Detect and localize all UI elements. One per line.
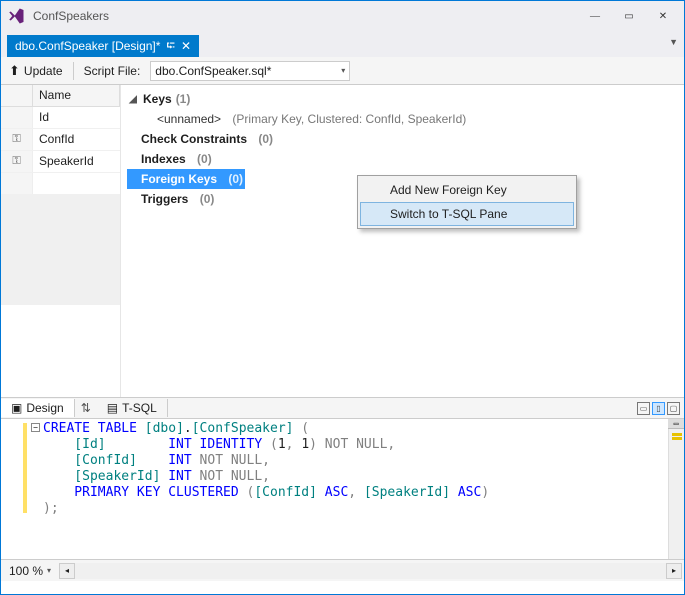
pin-icon[interactable]: ⮓ — [166, 37, 175, 56]
design-surface: Name Id ConfId SpeakerId ◢ Keys (1) <unn… — [1, 85, 684, 397]
tree-label: Indexes — [141, 152, 186, 166]
chevron-down-icon: ▾ — [47, 566, 51, 575]
tree-node-indexes[interactable]: Indexes (0) — [127, 149, 678, 169]
pane-tab-label: T-SQL — [122, 401, 157, 415]
columns-grid[interactable]: Name Id ConfId SpeakerId — [1, 85, 121, 397]
tab-close-icon[interactable]: ✕ — [181, 39, 191, 53]
maximize-button[interactable]: ▭ — [614, 5, 644, 27]
tree-child-detail: (Primary Key, Clustered: ConfId, Speaker… — [232, 112, 466, 126]
table-row[interactable]: ConfId — [1, 129, 120, 151]
tree-node-primary-key[interactable]: <unnamed> (Primary Key, Clustered: ConfI… — [127, 109, 678, 129]
close-window-button[interactable]: ✕ — [648, 5, 678, 27]
update-button[interactable]: ⬆ Update — [9, 63, 63, 79]
update-arrow-icon: ⬆ — [9, 63, 20, 79]
tree-child-label: <unnamed> — [157, 112, 221, 126]
pane-tab-design[interactable]: ▣ Design — [1, 399, 75, 417]
designer-toolbar: ⬆ Update Script File: dbo.ConfSpeaker.sq… — [1, 57, 684, 85]
tree-count: (0) — [200, 192, 215, 206]
columns-grid-header: Name — [1, 85, 120, 107]
row-key-icon — [1, 151, 33, 172]
scroll-track[interactable] — [75, 563, 666, 579]
chevron-down-icon: ▾ — [341, 66, 345, 75]
overview-marker — [672, 433, 682, 436]
menu-item-label: Add New Foreign Key — [390, 183, 507, 197]
header-name-col: Name — [33, 85, 120, 106]
scroll-left-button[interactable]: ◂ — [59, 563, 75, 579]
table-row[interactable]: Id — [1, 107, 120, 129]
pane-tab-label: Design — [26, 401, 63, 415]
menu-item-label: Switch to T-SQL Pane — [390, 207, 507, 221]
zoom-control[interactable]: 100 % ▾ — [1, 564, 59, 578]
vs-logo-icon — [7, 7, 25, 25]
tab-label: dbo.ConfSpeaker [Design]* — [15, 39, 160, 53]
swap-panes-button[interactable]: ⇅ — [75, 401, 97, 415]
row-key-icon — [1, 129, 33, 150]
scroll-right-button[interactable]: ▸ — [666, 563, 682, 579]
tree-label: Keys — [143, 92, 172, 106]
code-overview-ruler[interactable]: ▭ — [668, 419, 684, 559]
tree-count: (0) — [228, 172, 243, 186]
tree-count: (1) — [176, 92, 191, 106]
tsql-code-pane[interactable]: − CREATE TABLE [dbo].[ConfSpeaker] ( [Id… — [1, 419, 684, 559]
tree-count: (0) — [258, 132, 273, 146]
table-row[interactable]: SpeakerId — [1, 151, 120, 173]
sql-icon: ▤ — [107, 401, 118, 415]
tree-label: Triggers — [141, 192, 188, 206]
pane-tab-strip: ▣ Design ⇅ ▤ T-SQL ▭ ▯ ▢ — [1, 397, 684, 419]
grid-empty-area — [1, 195, 120, 305]
column-name: ConfId — [33, 129, 120, 150]
row-key-icon — [1, 107, 33, 128]
document-tab-confspeaker[interactable]: dbo.ConfSpeaker [Design]* ⮓ ✕ — [7, 35, 199, 57]
layout-vertical-button[interactable]: ▯ — [652, 402, 665, 415]
script-file-label: Script File: — [84, 64, 141, 78]
script-file-value: dbo.ConfSpeaker.sql* — [155, 64, 271, 78]
constraints-tree[interactable]: ◢ Keys (1) <unnamed> (Primary Key, Clust… — [121, 85, 684, 397]
menu-item-add-foreign-key[interactable]: Add New Foreign Key — [360, 178, 574, 202]
update-label: Update — [24, 64, 63, 78]
tree-node-keys[interactable]: ◢ Keys (1) — [127, 89, 678, 109]
tree-label: Foreign Keys — [141, 172, 217, 186]
document-tab-row: dbo.ConfSpeaker [Design]* ⮓ ✕ ▼ — [1, 31, 684, 57]
column-name — [33, 173, 120, 194]
minimize-button[interactable]: — — [580, 5, 610, 27]
toolbar-separator — [73, 62, 74, 80]
context-menu: Add New Foreign Key Switch to T-SQL Pane — [357, 175, 577, 229]
menu-item-switch-tsql[interactable]: Switch to T-SQL Pane — [360, 202, 574, 226]
expand-arrow-icon[interactable]: ◢ — [127, 94, 139, 105]
pane-tab-tsql[interactable]: ▤ T-SQL — [97, 399, 168, 417]
title-bar: ConfSpeakers — ▭ ✕ — [1, 1, 684, 31]
column-name: Id — [33, 107, 120, 128]
code-text[interactable]: CREATE TABLE [dbo].[ConfSpeaker] ( [Id] … — [43, 421, 666, 517]
column-name: SpeakerId — [33, 151, 120, 172]
tree-count: (0) — [197, 152, 212, 166]
status-bar: 100 % ▾ ◂ ▸ — [1, 559, 684, 581]
split-editor-button[interactable]: ▭ — [668, 419, 684, 429]
zoom-value: 100 % — [9, 564, 43, 578]
row-key-icon — [1, 173, 33, 194]
horizontal-scrollbar[interactable]: ◂ ▸ — [59, 563, 682, 579]
change-marker — [23, 423, 27, 513]
header-icon-col — [1, 85, 33, 106]
overview-marker — [672, 437, 682, 440]
code-gutter — [1, 419, 29, 559]
tab-overflow-button[interactable]: ▼ — [669, 37, 678, 47]
design-icon: ▣ — [11, 401, 22, 415]
tree-label: Check Constraints — [141, 132, 247, 146]
tree-node-foreign-keys[interactable]: Foreign Keys (0) — [127, 169, 245, 189]
script-file-dropdown[interactable]: dbo.ConfSpeaker.sql* ▾ — [150, 61, 350, 81]
layout-buttons: ▭ ▯ ▢ — [637, 402, 680, 415]
table-row[interactable] — [1, 173, 120, 195]
app-title: ConfSpeakers — [33, 9, 580, 23]
tree-node-check-constraints[interactable]: Check Constraints (0) — [127, 129, 678, 149]
collapse-toggle-icon[interactable]: − — [31, 423, 40, 432]
layout-horizontal-button[interactable]: ▭ — [637, 402, 650, 415]
layout-single-button[interactable]: ▢ — [667, 402, 680, 415]
